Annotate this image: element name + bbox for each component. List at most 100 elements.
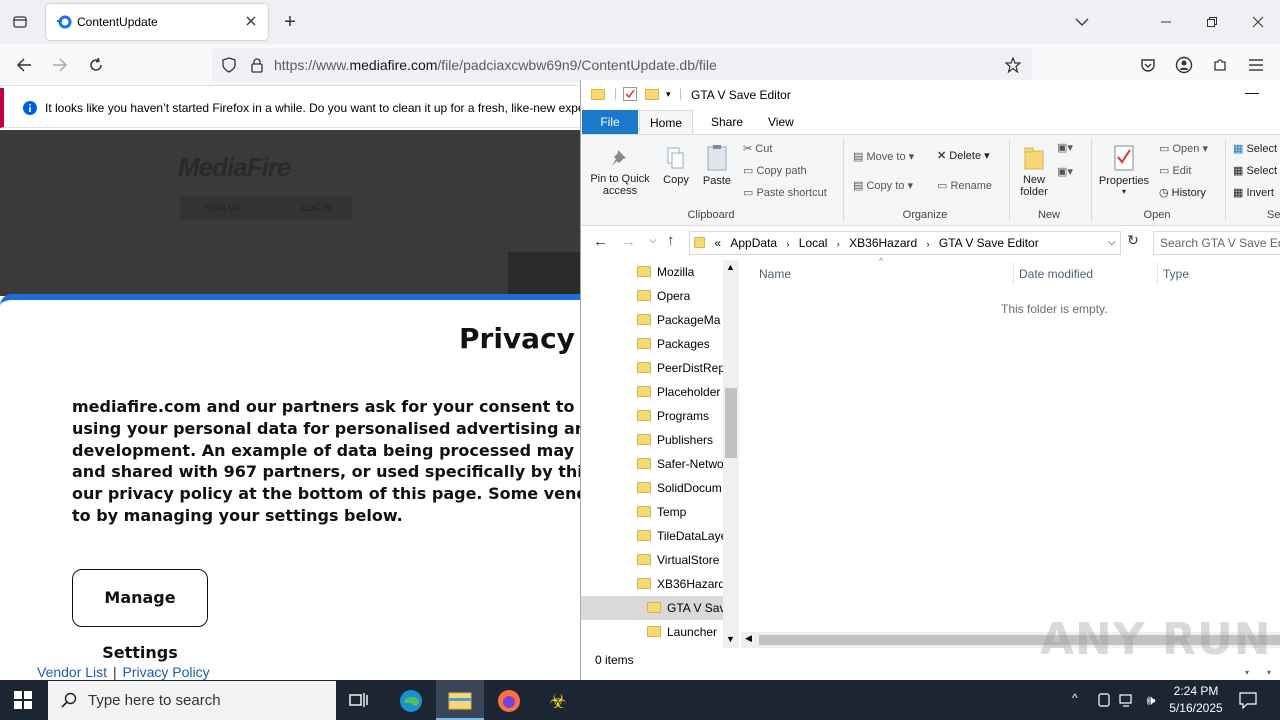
paste-shortcut-button[interactable]: ▭ Paste shortcut — [743, 186, 827, 199]
details-view-icon[interactable]: ▾ — [1245, 668, 1249, 677]
address-dropdown-icon[interactable]: ⌵ — [1108, 232, 1116, 254]
manage-settings-button[interactable]: Manage Settings — [72, 569, 208, 662]
crumb-xb36hazard[interactable]: XB36Hazard — [849, 236, 917, 250]
tree-item-packagemanager[interactable]: PackageMa — [637, 308, 723, 332]
ribbon-tab-home[interactable]: Home — [639, 110, 693, 135]
tree-item-peerdistrepub[interactable]: PeerDistRep — [637, 356, 723, 380]
minimize-icon[interactable] — [1156, 12, 1176, 32]
explorer-forward-icon[interactable]: → — [621, 233, 636, 250]
tab-list-icon[interactable] — [10, 12, 30, 32]
move-to-button[interactable]: ▤ Move to ▾ — [853, 150, 914, 163]
select-none-button[interactable]: ▦ Select — [1233, 164, 1277, 177]
ribbon-tab-share[interactable]: Share — [711, 110, 743, 134]
pin-quick-access-button[interactable]: Pin to Quick access — [587, 145, 653, 197]
tree-item-programs[interactable]: Programs — [637, 404, 709, 428]
cut-button[interactable]: ✂ Cut — [743, 142, 772, 155]
extensions-icon[interactable] — [1210, 55, 1230, 75]
new-item-icon[interactable]: ▣▾ — [1057, 141, 1073, 154]
list-all-tabs-icon[interactable] — [1072, 12, 1092, 32]
menu-icon[interactable] — [1246, 55, 1266, 75]
close-tab-icon[interactable] — [244, 14, 258, 28]
crumb-overflow[interactable]: « — [714, 236, 721, 250]
column-name[interactable]: Name — [759, 267, 791, 281]
new-tab-icon[interactable]: + — [280, 11, 300, 33]
qa-dropdown-icon[interactable]: ▾ — [666, 89, 671, 100]
column-date-modified[interactable]: Date modified — [1019, 267, 1093, 281]
paste-button[interactable]: Paste — [699, 143, 735, 187]
tree-item-opera[interactable]: Opera — [637, 284, 690, 308]
delete-button[interactable]: ✕ Delete ▾ — [937, 149, 990, 162]
tree-item-virtualstore[interactable]: VirtualStore — [637, 548, 719, 572]
biohazard-app-icon[interactable]: ☣ — [545, 688, 571, 714]
explorer-search-box[interactable]: Search GTA V Save Edit — [1153, 231, 1280, 255]
ribbon-tab-view[interactable]: View — [768, 110, 794, 134]
bookmark-star-icon[interactable] — [1004, 56, 1022, 74]
tree-item-packages[interactable]: Packages — [637, 332, 710, 356]
tree-scroll-thumb[interactable] — [725, 388, 737, 458]
tree-item-soliddocuments[interactable]: SolidDocum — [637, 476, 723, 500]
volume-icon[interactable]: 🕪 — [1142, 691, 1160, 709]
edit-button[interactable]: ▭ Edit — [1159, 164, 1191, 177]
large-icons-view-icon[interactable]: ▾ — [1267, 668, 1271, 677]
history-button[interactable]: ◷ History — [1159, 186, 1206, 199]
address-bar[interactable]: « AppData › Local › XB36Hazard › GTA V S… — [689, 231, 1121, 255]
select-all-button[interactable]: ▦ Select — [1233, 142, 1277, 155]
tree-item-gta-v-save-editor[interactable]: GTA V Save — [581, 596, 723, 620]
properties-qa-icon[interactable] — [623, 87, 637, 101]
tree-item-publishers[interactable]: Publishers — [637, 428, 713, 452]
up-folder-icon[interactable]: ↑ — [667, 232, 675, 249]
tree-scrollbar[interactable]: ▲ ▼ — [723, 260, 739, 648]
firefox-icon[interactable] — [496, 688, 522, 714]
ribbon-tab-file[interactable]: File — [582, 110, 638, 134]
tree-item-safer-networking[interactable]: Safer-Netwo — [637, 452, 723, 476]
column-type[interactable]: Type — [1163, 267, 1189, 281]
new-folder-qa-icon[interactable] — [645, 88, 665, 102]
copy-to-button[interactable]: ▤ Copy to ▾ — [853, 179, 913, 192]
properties-button[interactable]: Properties ▾ — [1095, 143, 1153, 196]
vendor-list-link[interactable]: Vendor List — [37, 664, 107, 680]
tree-item-temp[interactable]: Temp — [637, 500, 686, 524]
tab-contentupdate[interactable]: ContentUpdate — [46, 4, 268, 40]
network-icon[interactable] — [1118, 692, 1136, 708]
easy-access-icon[interactable]: ▣▾ — [1057, 165, 1073, 178]
crumb-gta-v-save-editor[interactable]: GTA V Save Editor — [939, 236, 1039, 250]
scroll-down-icon[interactable]: ▼ — [726, 634, 735, 644]
tracking-shield-icon[interactable] — [220, 56, 238, 74]
open-button[interactable]: ▭ Open ▾ — [1159, 142, 1208, 155]
device-icon[interactable] — [1096, 692, 1112, 708]
url-text[interactable]: https://www.mediafire.com/file/padciaxcw… — [274, 57, 717, 73]
crumb-local[interactable]: Local — [799, 236, 828, 250]
explorer-back-icon[interactable]: ← — [593, 233, 608, 250]
restore-icon[interactable] — [1202, 12, 1222, 32]
recent-locations-icon[interactable]: ⌵ — [649, 235, 657, 246]
nav-login[interactable]: LOG IN — [301, 203, 332, 213]
pocket-icon[interactable] — [1138, 55, 1158, 75]
forward-icon[interactable] — [50, 56, 70, 74]
close-window-icon[interactable] — [1248, 12, 1268, 32]
new-folder-button[interactable]: New folder — [1017, 143, 1051, 198]
account-icon[interactable] — [1174, 55, 1194, 75]
tree-item-launcher[interactable]: Launcher — [647, 620, 723, 644]
privacy-policy-link[interactable]: Privacy Policy — [122, 664, 209, 680]
back-icon[interactable] — [14, 56, 34, 74]
clock[interactable]: 2:24 PM 5/16/2025 — [1164, 683, 1228, 717]
copy-button[interactable]: Copy — [657, 145, 695, 186]
tree-item-placeholder[interactable]: Placeholder — [637, 380, 723, 404]
copy-path-button[interactable]: ▭ Copy path — [743, 164, 807, 177]
nav-signup[interactable]: SIGN UP — [204, 203, 241, 213]
rename-button[interactable]: ▭ Rename — [937, 179, 992, 192]
explorer-minimize-icon[interactable]: — — [1245, 84, 1259, 100]
tree-item-mozilla[interactable]: Mozilla — [637, 260, 694, 284]
windows-start-icon[interactable] — [14, 691, 32, 709]
taskbar-search-box[interactable]: Type here to search — [48, 681, 336, 720]
task-view-icon[interactable] — [348, 690, 370, 710]
edge-icon[interactable] — [398, 688, 424, 714]
show-hidden-icons-icon[interactable]: ^ — [1072, 691, 1078, 705]
taskbar-explorer-button[interactable] — [436, 680, 484, 720]
action-center-icon[interactable] — [1238, 690, 1258, 710]
scroll-up-icon[interactable]: ▲ — [726, 262, 735, 272]
tree-item-xb36hazard[interactable]: XB36Hazard — [637, 572, 723, 596]
lock-icon[interactable] — [248, 56, 266, 74]
invert-selection-button[interactable]: ▦ Invert — [1233, 186, 1274, 199]
scroll-left-icon[interactable]: ◀ — [745, 633, 752, 644]
